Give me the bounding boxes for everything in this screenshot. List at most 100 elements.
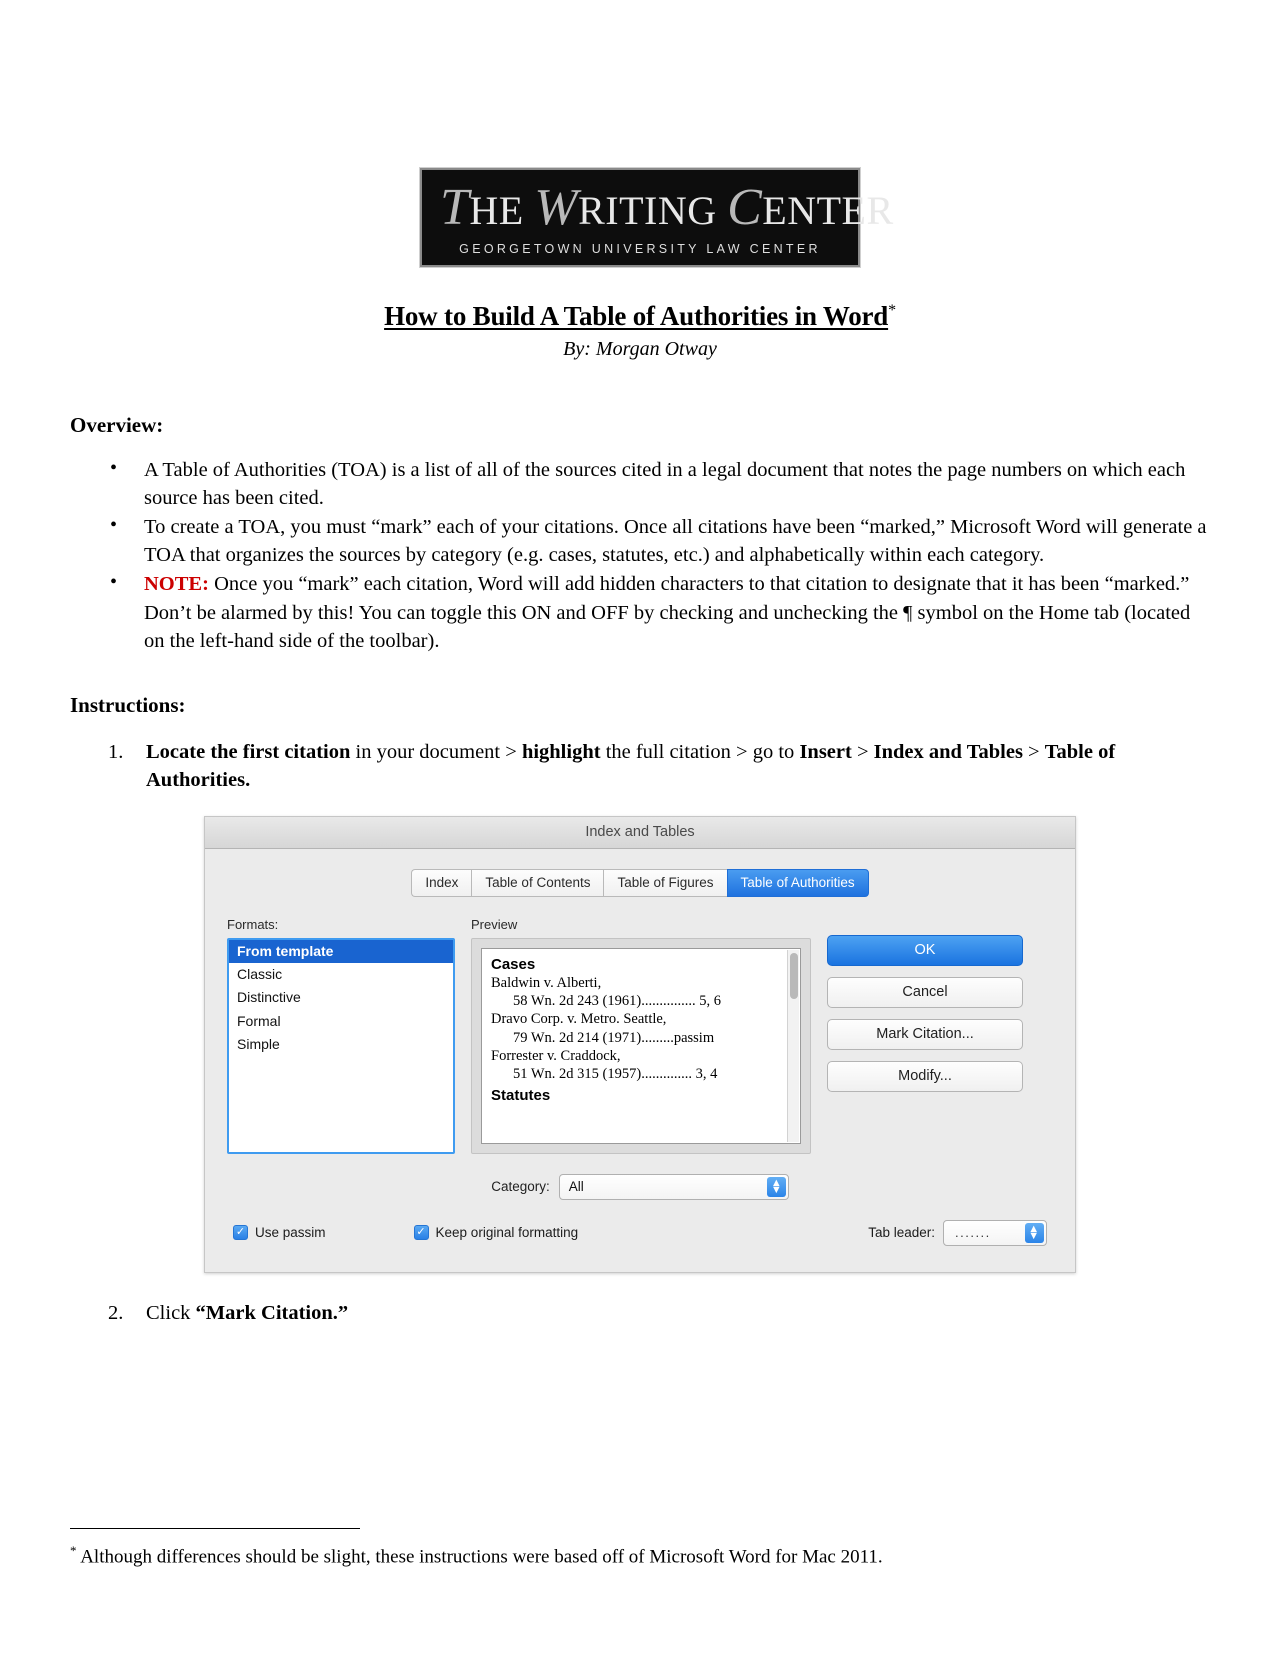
list-item: 1. Locate the first citation in your docu…: [108, 738, 1210, 794]
overview-heading: Overview:: [70, 413, 164, 438]
preview-panel: Cases Baldwin v. Alberti, 58 Wn. 2d 243 …: [471, 937, 811, 1154]
preview-content: Cases Baldwin v. Alberti, 58 Wn. 2d 243 …: [481, 947, 801, 1144]
format-option-distinctive[interactable]: Distinctive: [229, 986, 453, 1009]
title-footnote-marker: *: [888, 302, 896, 320]
logo-container: THE WRITING CENTER GEORGETOWN UNIVERSITY…: [0, 0, 1280, 268]
format-option-formal[interactable]: Formal: [229, 1010, 453, 1033]
keep-original-formatting-option[interactable]: ✓ Keep original formatting: [413, 1225, 579, 1241]
dialog-titlebar: Index and Tables: [205, 816, 1075, 849]
preview-citation-line: Forrester v. Craddock,: [491, 1047, 621, 1064]
formats-column: Formats: From template Classic Distincti…: [227, 917, 455, 1154]
preview-label: Preview: [471, 916, 518, 932]
step1-segment-2: in your document >: [350, 740, 522, 763]
keep-original-formatting-label: Keep original formatting: [435, 1225, 579, 1241]
dialog-options-row: ✓ Use passim ✓ Keep original formatting …: [227, 1219, 1053, 1246]
step2-segment-1: Click: [146, 1301, 196, 1324]
format-option-classic[interactable]: Classic: [229, 963, 453, 986]
overview-bullet-list: A Table of Authorities (TOA) is a list o…: [70, 455, 1210, 655]
footnote-text: Although differences should be slight, t…: [76, 1546, 883, 1568]
tab-leader-selected-value: .......: [955, 1225, 991, 1241]
tab-leader-label: Tab leader:: [868, 1225, 935, 1241]
preview-column: Preview Cases Baldwin v. Alberti, 58 Wn.…: [471, 917, 811, 1154]
index-and-tables-dialog: Index and Tables Index Table of Contents…: [204, 815, 1076, 1273]
step-number-2: 2.: [108, 1301, 124, 1324]
tab-table-of-contents[interactable]: Table of Contents: [471, 868, 604, 897]
cancel-button[interactable]: Cancel: [827, 976, 1023, 1008]
bullet-text-1: A Table of Authorities (TOA) is a list o…: [144, 459, 1186, 510]
category-select[interactable]: All ▲ ▼: [558, 1173, 789, 1200]
formats-listbox[interactable]: From template Classic Distinctive Formal…: [227, 937, 455, 1154]
page-title-text: How to Build A Table of Authorities in W…: [384, 301, 889, 332]
tab-leader-select[interactable]: ....... ▲ ▼: [943, 1219, 1047, 1246]
step1-segment-8: >: [1022, 740, 1045, 763]
format-option-from-template[interactable]: From template: [229, 939, 453, 964]
byline: By: Morgan Otway: [563, 338, 717, 361]
instructions-step-list-continued: 2. Click “Mark Citation.”: [70, 1299, 1210, 1327]
document-page: THE WRITING CENTER GEORGETOWN UNIVERSITY…: [0, 0, 1280, 1656]
list-item: A Table of Authorities (TOA) is a list o…: [110, 455, 1210, 512]
category-row: Category: All ▲ ▼: [227, 1173, 1053, 1200]
use-passim-option[interactable]: ✓ Use passim: [233, 1225, 326, 1241]
preview-citation-line: Baldwin v. Alberti,: [491, 974, 602, 991]
list-item: To create a TOA, you must “mark” each of…: [110, 512, 1210, 569]
document-content: Overview: A Table of Authorities (TOA) i…: [0, 413, 1280, 1327]
logo-letter-c: C: [727, 179, 763, 236]
bullet-text-2: To create a TOA, you must “mark” each of…: [144, 516, 1207, 567]
footnote-separator: [70, 1527, 360, 1529]
logo-word-riting: RITING: [578, 188, 717, 233]
list-item: NOTE: Once you “mark” each citation, Wor…: [110, 569, 1210, 654]
list-item: 2. Click “Mark Citation.”: [108, 1299, 1210, 1327]
modify-button[interactable]: Modify...: [827, 1060, 1023, 1092]
chevron-down-glyph: ▼: [770, 1183, 782, 1196]
step-number-1: 1.: [108, 740, 124, 763]
format-option-simple[interactable]: Simple: [229, 1033, 453, 1056]
preview-scrollbar-thumb[interactable]: [790, 952, 798, 999]
dialog-title: Index and Tables: [585, 824, 695, 841]
preview-citation-line: 58 Wn. 2d 243 (1961)............... 5, 6: [513, 993, 721, 1010]
preview-citation-line: 51 Wn. 2d 315 (1957).............. 3, 4: [513, 1066, 718, 1083]
writing-center-logo: THE WRITING CENTER GEORGETOWN UNIVERSITY…: [420, 168, 893, 268]
page-title: How to Build A Table of Authorities in W…: [0, 301, 1280, 332]
step1-segment-6: >: [851, 740, 874, 763]
step1-segment-1: Locate the first citation: [146, 740, 351, 763]
instructions-step-list: 1. Locate the first citation in your docu…: [70, 738, 1210, 794]
tab-table-of-figures[interactable]: Table of Figures: [603, 868, 727, 897]
note-label: NOTE:: [144, 573, 209, 596]
logo-subtitle: GEORGETOWN UNIVERSITY LAW CENTER: [459, 242, 821, 257]
ok-button[interactable]: OK: [827, 934, 1023, 966]
checkbox-checked-icon[interactable]: ✓: [233, 1225, 248, 1241]
logo-letter-t: T: [440, 179, 470, 236]
footnote-area: * Although differences should be slight,…: [70, 1527, 1210, 1570]
category-selected-value: All: [568, 1179, 584, 1195]
instructions-heading: Instructions:: [70, 692, 186, 717]
chevron-down-glyph: ▼: [1028, 1229, 1041, 1242]
logo-title-line: THE WRITING CENTER: [440, 179, 893, 236]
logo-word-he: HE: [469, 188, 524, 233]
tab-index[interactable]: Index: [411, 868, 472, 897]
tab-table-of-authorities[interactable]: Table of Authorities: [726, 868, 869, 897]
mark-citation-button[interactable]: Mark Citation...: [827, 1018, 1023, 1050]
step1-segment-4: the full citation > go to: [600, 740, 800, 763]
formats-label: Formats:: [227, 916, 279, 932]
preview-citation-line: Dravo Corp. v. Metro. Seattle,: [491, 1011, 667, 1028]
dialog-body: Index Table of Contents Table of Figures…: [205, 848, 1075, 1272]
dialog-tab-bar: Index Table of Contents Table of Figures…: [227, 868, 1053, 897]
chevron-updown-icon[interactable]: ▲ ▼: [1025, 1222, 1044, 1243]
preview-heading-statutes: Statutes: [491, 1087, 551, 1105]
step1-segment-3: highlight: [521, 740, 601, 763]
checkbox-checked-icon[interactable]: ✓: [413, 1225, 429, 1241]
dialog-main-row: Formats: From template Classic Distincti…: [227, 917, 1053, 1154]
logo-word-enter: ENTER: [762, 188, 894, 233]
step2-segment-2: “Mark Citation.”: [195, 1301, 349, 1324]
category-label: Category:: [491, 1179, 550, 1195]
footnote: * Although differences should be slight,…: [70, 1543, 1210, 1570]
step1-segment-7: Index and Tables: [873, 740, 1023, 763]
chevron-updown-icon[interactable]: ▲ ▼: [766, 1176, 786, 1197]
use-passim-label: Use passim: [255, 1225, 326, 1241]
preview-heading-cases: Cases: [491, 955, 536, 973]
logo-letter-w: W: [534, 179, 579, 236]
bullet-text-3: Once you “mark” each citation, Word will…: [144, 573, 1191, 652]
preview-scrollbar[interactable]: [787, 949, 799, 1142]
dialog-buttons-column: OK Cancel Mark Citation... Modify...: [827, 917, 1023, 1103]
step1-segment-5: Insert: [799, 740, 852, 763]
